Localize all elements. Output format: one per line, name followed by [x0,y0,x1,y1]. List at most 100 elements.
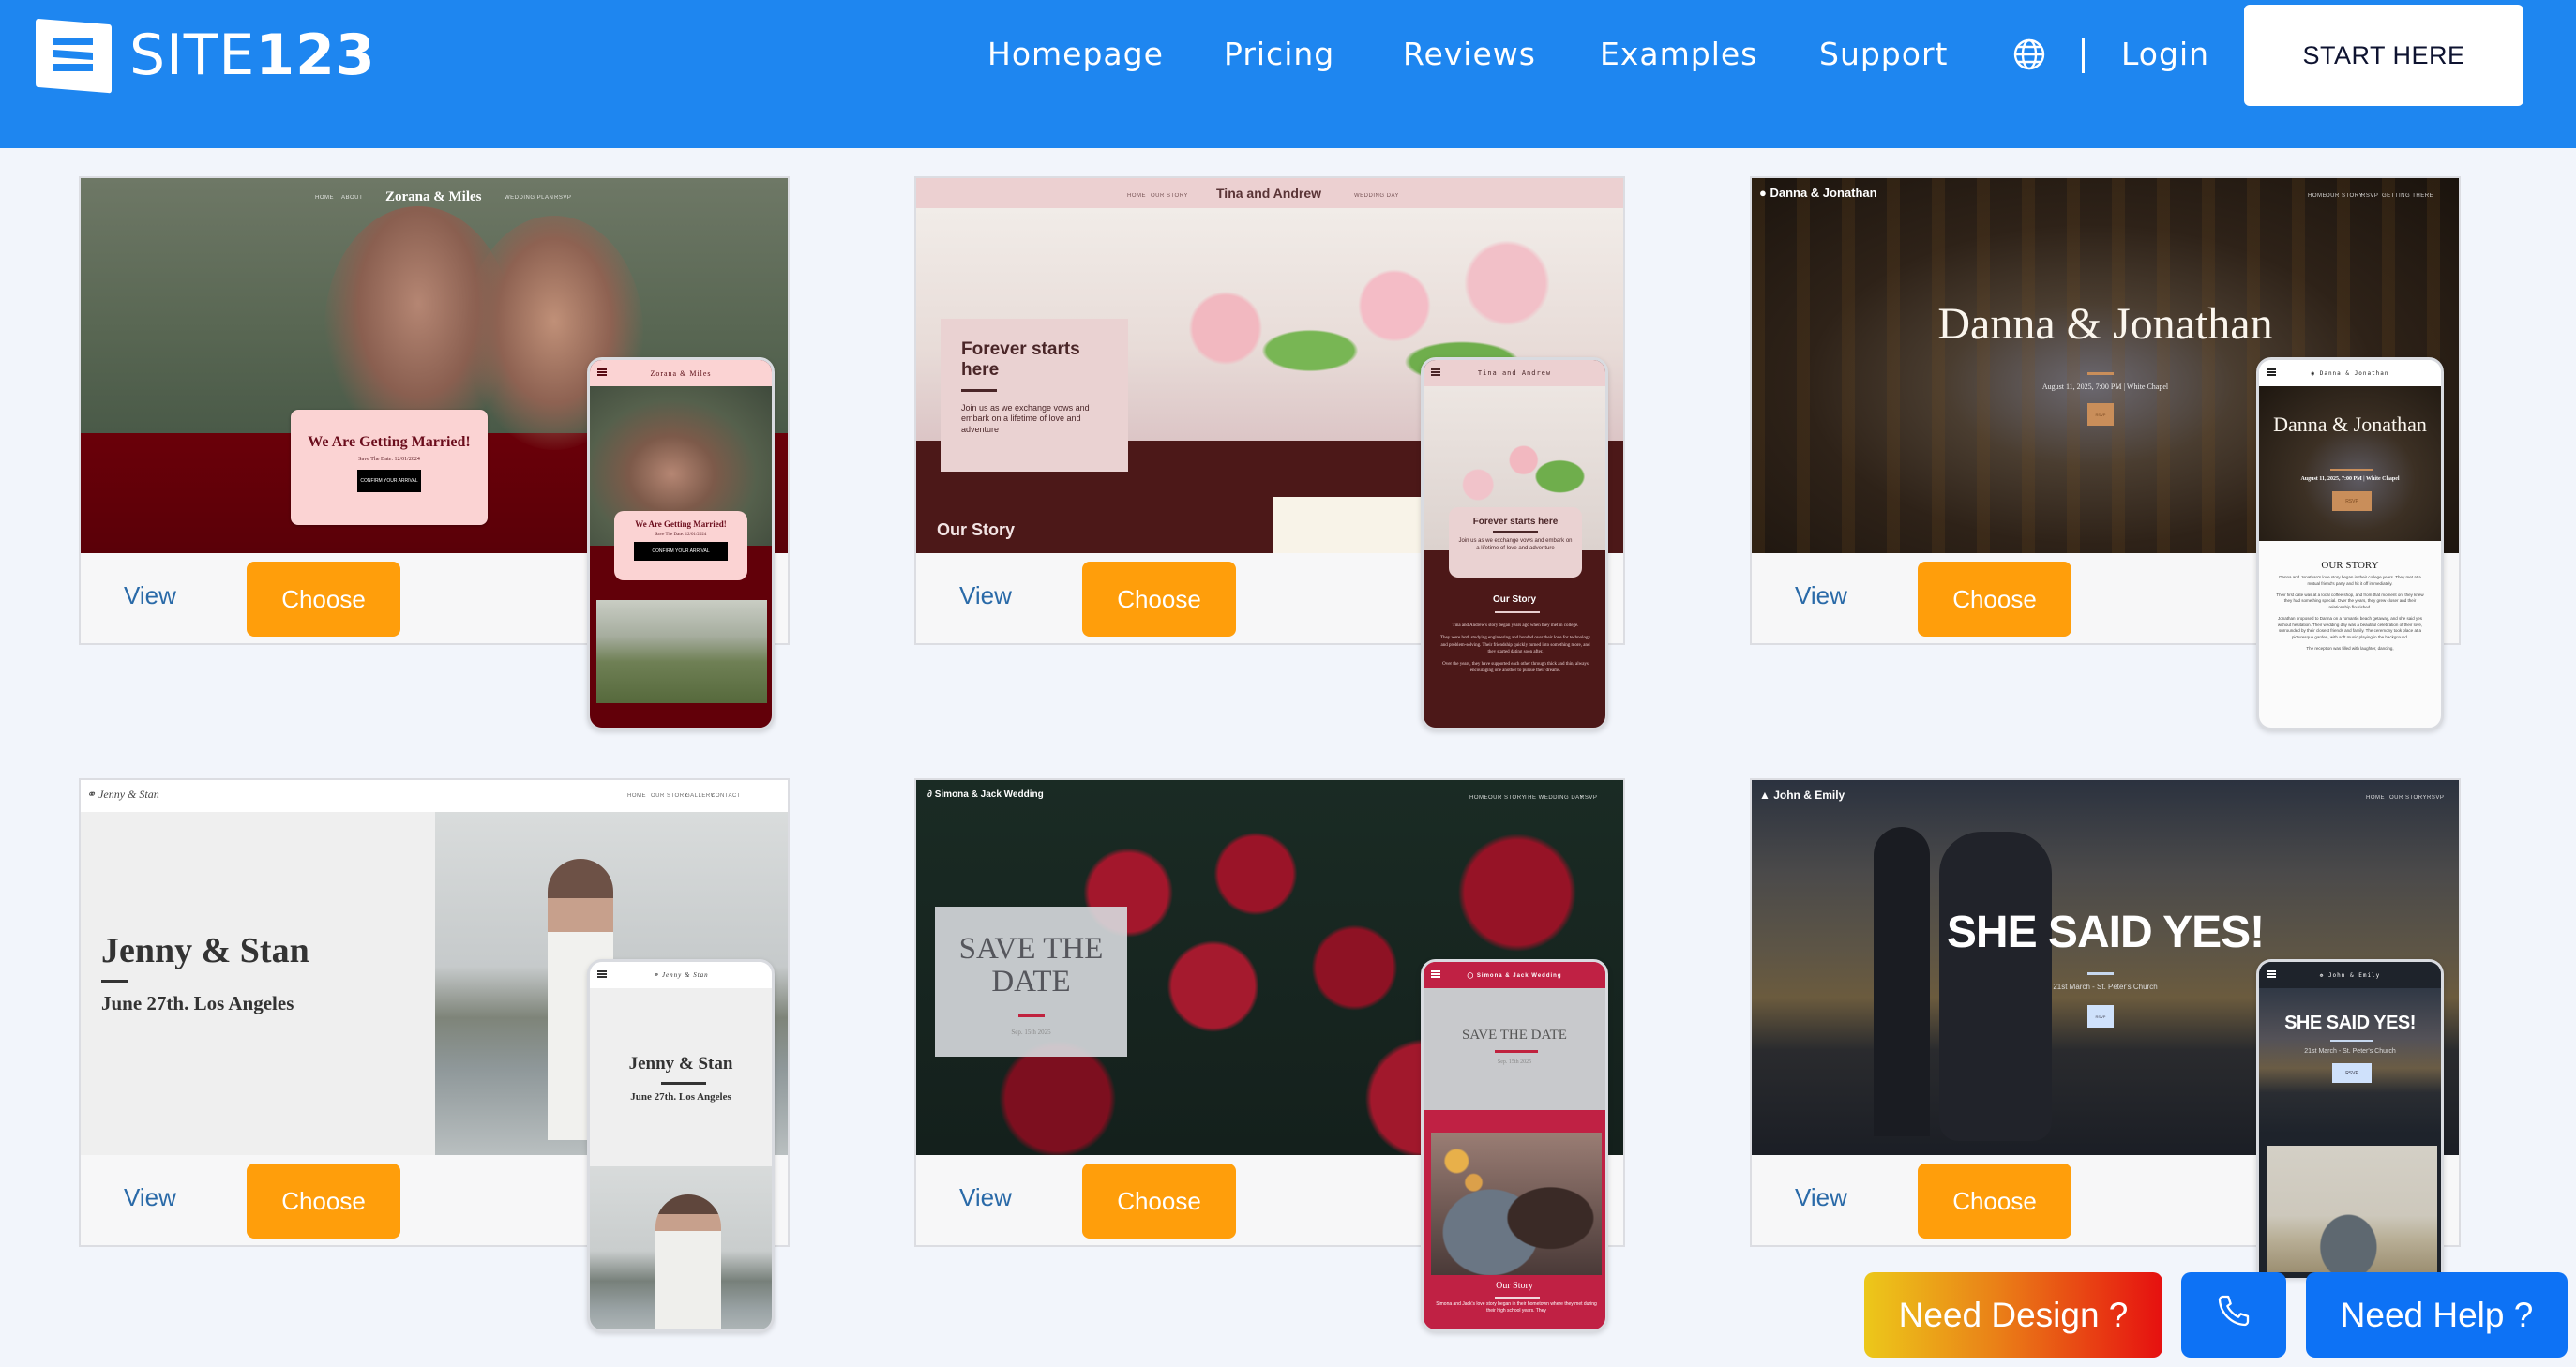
call-button[interactable] [2181,1272,2286,1358]
story-paragraph: They were both studying engineering and … [1439,636,1591,654]
hero-card: SAVE THE DATE Sep. 15th 2025 [935,907,1127,1057]
hero-headline: SHE SAID YES! [1946,908,2265,957]
preview-menu-item: HOME [1469,795,1488,801]
mobile-underline [2330,469,2373,471]
nav-login[interactable]: Login [2121,36,2209,72]
hero-card: We Are Getting Married! Save The Date: 1… [291,410,488,525]
mobile-hero: SHE SAID YES! 21st March - St. Peter's C… [2259,988,2441,1134]
choose-button[interactable]: Choose [1082,1164,1236,1239]
mobile-button: CONFIRM YOUR ARRIVAL [634,542,728,561]
mobile-underline [661,1082,706,1085]
view-link[interactable]: View [124,581,176,610]
preview-menu-item: HOME [315,195,334,201]
mobile-couple-photo [2267,1146,2437,1272]
preview-nav: ▲ John & Emily HOME OUR STORY RSVP [1752,780,2459,818]
mobile-title-text: John & Emily [2327,971,2381,979]
mobile-subline: August 11, 2025, 7:00 PM | White Chapel [2300,476,2400,482]
section-title: Our Story [937,520,1016,539]
mobile-preview-simona-jack[interactable]: ◯ Simona & Jack Wedding SAVE THE DATE Se… [1421,959,1608,1332]
preview-menu-item: CONTACT [711,793,742,799]
mobile-headline: Jenny & Stan [628,1054,733,1074]
mobile-underline [2330,1040,2373,1042]
preview-nav: ⚭ Jenny & Stan HOME OUR STORY GALLERY CO… [81,780,788,812]
hamburger-icon [2267,970,2276,978]
preview-menu-item: RSVP [2361,193,2379,199]
logo-number: 123 [255,23,376,88]
mobile-preview-tina-andrew[interactable]: Tina and Andrew Forever starts here Join… [1421,357,1608,730]
preview-brand-text: Danna & Jonathan [1770,186,1877,200]
mobile-title-text: Simona & Jack Wedding [1476,972,1562,979]
mobile-title: Tina and Andrew [1477,369,1552,377]
preview-menu-item: HOME [627,793,646,799]
preview-menu-item: THE WEDDING DAY [1524,795,1584,801]
site123-logo[interactable]: SITE123 [35,17,376,94]
mobile-section-title: Our Story [1496,1281,1533,1291]
hamburger-icon [1431,368,1440,376]
mobile-section-title: OUR STORY [2321,560,2379,571]
mobile-header: ◯ Simona & Jack Wedding [1424,962,1605,988]
nav-reviews[interactable]: Reviews [1403,36,1536,72]
mobile-headline: Danna & Jonathan [2273,413,2427,436]
mobile-title: ◉ Danna & Jonathan [2311,369,2389,377]
mobile-preview-john-emily[interactable]: ❁ John & Emily SHE SAID YES! 21st March … [2256,959,2444,1278]
mobile-preview-danna-jonathan[interactable]: ◉ Danna & Jonathan Danna & Jonathan Augu… [2256,357,2444,730]
preview-menu-item: RSVP [1580,795,1598,801]
mobile-title: ❁ John & Emily [2319,971,2381,979]
hero-card: Forever starts here Join us as we exchan… [941,319,1128,472]
hero-underline [961,388,997,392]
preview-brand-text: Simona & Jack Wedding [934,789,1044,800]
mobile-button: RSVP [2332,491,2372,511]
mobile-body: Join us as we exchange vows and embark o… [1458,538,1573,552]
preview-brand: Zorana & Miles [385,189,482,204]
mobile-headline: SAVE THE DATE [1462,1028,1567,1043]
top-navigation-bar: SITE123 Homepage Pricing Reviews Example… [0,0,2576,148]
mobile-couple-photo [590,1166,772,1329]
nav-homepage[interactable]: Homepage [987,36,1164,72]
choose-button[interactable]: Choose [1918,1164,2071,1239]
choose-button[interactable]: Choose [247,1164,400,1239]
globe-icon[interactable] [2012,38,2046,71]
hero-headline: Forever starts here [961,339,1080,380]
story-paragraph: Jonathan proposed to Danna on a romantic… [2277,615,2423,639]
hero-underline [1017,1014,1045,1018]
mobile-header: Tina and Andrew [1424,360,1605,386]
preview-brand: Tina and Andrew [1216,186,1322,201]
mobile-headline: We Are Getting Married! [635,519,727,529]
need-design-button[interactable]: Need Design ? [1864,1272,2162,1358]
mobile-title: ◯ Simona & Jack Wedding [1467,972,1562,979]
nav-pricing[interactable]: Pricing [1224,36,1334,72]
hero-subline: Sep. 15th 2025 [1011,1029,1051,1037]
choose-button[interactable]: Choose [1918,562,2071,637]
mobile-subline: 21st March - St. Peter's Church [2304,1048,2396,1055]
view-link[interactable]: View [1795,581,1847,610]
choose-button[interactable]: Choose [247,562,400,637]
mobile-header: ❁ John & Emily [2259,962,2441,988]
mobile-hero-photo: Danna & Jonathan August 11, 2025, 7:00 P… [2259,386,2441,541]
story-paragraph: Over the years, they have supported each… [1442,662,1589,674]
hero-button: RSVP [2087,1005,2114,1028]
hero-headline: Jenny & Stan [101,931,309,970]
mobile-section-underline [1495,611,1540,613]
preview-brand-text: Jenny & Stan [98,788,159,801]
view-link[interactable]: View [1795,1183,1847,1212]
preview-menu-item: OUR STORY [2326,193,2363,199]
mobile-hero-card: Forever starts here Join us as we exchan… [1449,507,1582,578]
need-help-button[interactable]: Need Help ? [2306,1272,2568,1358]
nav-examples[interactable]: Examples [1600,36,1757,72]
view-link[interactable]: View [959,581,1012,610]
preview-menu-item: OUR STORY [2389,795,2427,801]
hero-subline: Save The Date: 12/01/2024 [358,457,420,462]
start-here-button[interactable]: START HERE [2244,5,2523,106]
preview-brand-text: John & Emily [1773,789,1845,802]
nav-support[interactable]: Support [1819,36,1948,72]
nav-divider [2082,38,2085,73]
view-link[interactable]: View [124,1183,176,1212]
hero-headline: SAVE THE DATE [958,932,1104,999]
choose-button[interactable]: Choose [1082,562,1236,637]
preview-nav: ● Danna & Jonathan HOME OUR STORY RSVP G… [1752,178,2459,216]
mobile-story: Tina and Andrew's story began years ago … [1437,623,1594,675]
mobile-preview-zorana-miles[interactable]: Zorana & Miles We Are Getting Married! S… [587,357,775,730]
view-link[interactable]: View [959,1183,1012,1212]
mobile-preview-jenny-stan[interactable]: ⚭ Jenny & Stan Jenny & Stan June 27th. L… [587,959,775,1332]
mobile-headline: SHE SAID YES! [2284,1013,2416,1033]
